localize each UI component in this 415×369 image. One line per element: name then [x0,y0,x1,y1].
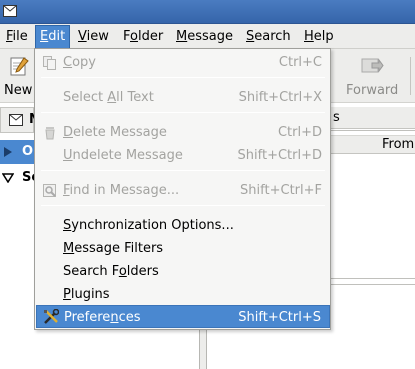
header-divider [330,130,415,131]
forward-button[interactable]: Forward [340,53,404,99]
copy-icon [43,56,56,70]
menu-item-undelete-message[interactable]: Undelete Message Shift+Ctrl+D [36,144,330,167]
collapse-arrow-icon [2,173,14,183]
menu-message[interactable]: Message [172,27,237,48]
tree-row[interactable]: Se [0,166,40,190]
pane-border [330,278,415,279]
new-button-label: New [4,83,33,98]
menu-separator [41,112,325,113]
copy-shortcut: Ctrl+C [278,55,322,70]
menu-item-select-all-text[interactable]: Select All Text Shift+Ctrl+X [36,86,330,109]
find-icon [43,184,56,197]
mail-icon [9,114,23,126]
menu-bar: File Edit View Folder Message Search Hel… [0,24,415,49]
from-column-header[interactable]: From [382,137,414,152]
pane-border [330,284,415,285]
find-shortcut: Shift+Ctrl+F [240,183,322,198]
delete-shortcut: Ctrl+D [277,125,322,140]
column-header-row: From [330,135,415,154]
menu-item-search-folders[interactable]: Search Folders [36,260,330,283]
toolbar-separator [410,57,411,95]
menu-item-plugins[interactable]: Plugins [36,283,330,306]
menu-item-copy[interactable]: Copy Ctrl+C [36,51,330,74]
forward-icon [361,58,384,73]
tree-row-selected[interactable]: O [0,140,34,164]
menu-item-delete-message[interactable]: Delete Message Ctrl+D [36,121,330,144]
edit-menu-dropdown: Copy Ctrl+C Select All Text Shift+Ctrl+X… [34,48,331,330]
forward-button-label: Forward [346,83,399,98]
message-list-title: s [333,110,340,125]
tree-row-label: O [22,144,34,159]
pane-splitter[interactable] [199,328,207,369]
undelete-shortcut: Shift+Ctrl+D [237,148,322,163]
menu-item-preferences[interactable]: Preferences Shift+Ctrl+S [36,305,330,328]
select-all-shortcut: Shift+Ctrl+X [238,90,322,105]
menu-separator [41,170,325,171]
menu-separator [41,205,325,206]
menu-file[interactable]: File [2,27,32,48]
folder-pane-header: N [0,107,40,133]
menu-folder[interactable]: Folder [119,27,167,48]
menu-view[interactable]: View [74,27,113,48]
menu-separator [41,77,325,78]
new-button[interactable]: New [2,53,34,99]
menu-item-find-in-message[interactable]: Find in Message... Shift+Ctrl+F [36,179,330,202]
menu-help[interactable]: Help [300,27,338,48]
envelope-icon [3,5,17,17]
trash-icon [45,127,55,140]
expand-arrow-icon [4,147,12,157]
menu-item-synchronization-options[interactable]: Synchronization Options... [36,214,330,237]
message-list-header: s [330,107,415,129]
preferences-shortcut: Shift+Ctrl+S [238,310,321,325]
preferences-tools-icon [44,309,59,324]
menu-edit[interactable]: Edit [35,25,71,49]
window-title-bar [0,0,415,24]
menu-item-message-filters[interactable]: Message Filters [36,237,330,260]
menu-search[interactable]: Search [242,27,295,48]
compose-icon [10,57,29,76]
